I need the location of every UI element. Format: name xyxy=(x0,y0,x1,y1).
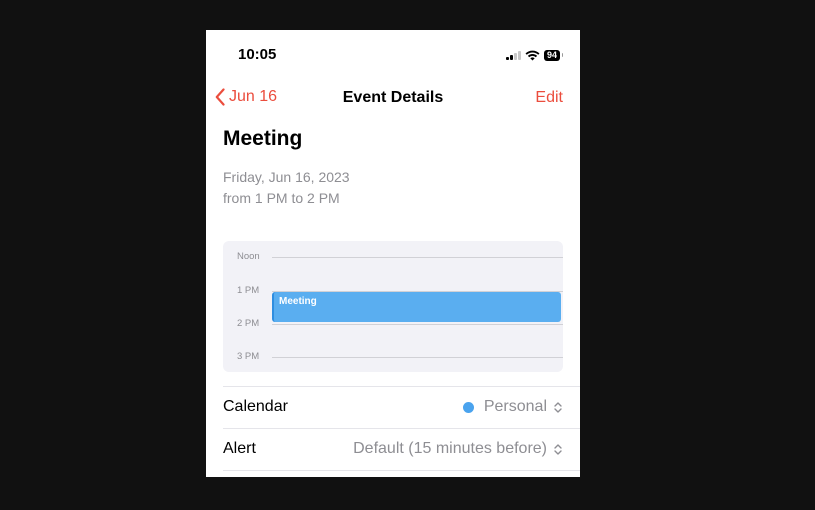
alert-label: Alert xyxy=(223,440,256,457)
event-date: Friday, Jun 16, 2023 xyxy=(223,169,350,185)
phone-screen: 10:05 94 Jun 16 Event Details Edit Meeti… xyxy=(206,30,580,477)
battery-icon: 94 xyxy=(543,49,564,61)
alert-value: Default (15 minutes before) xyxy=(353,440,547,457)
timeline-hour-line xyxy=(272,324,563,325)
calendar-row[interactable]: Calendar Personal xyxy=(223,386,580,429)
timeline-hour-line xyxy=(272,257,563,258)
status-time: 10:05 xyxy=(238,46,277,63)
timeline-hour-label: 1 PM xyxy=(237,285,260,296)
back-label: Jun 16 xyxy=(229,88,278,105)
timeline-hour-line xyxy=(272,357,563,358)
back-button[interactable]: Jun 16 xyxy=(215,88,277,106)
status-icons: 94 xyxy=(506,48,564,62)
signal-icon xyxy=(506,50,521,60)
chevron-left-icon xyxy=(215,88,225,106)
edit-button[interactable]: Edit xyxy=(535,89,563,107)
timeline-hour-label: 3 PM xyxy=(237,351,260,362)
calendar-picker[interactable]: Personal xyxy=(462,398,563,416)
day-timeline-preview[interactable]: Noon 1 PM 2 PM 3 PM Meeting xyxy=(223,241,563,372)
alert-row[interactable]: Alert Default (15 minutes before) xyxy=(223,428,580,471)
chevron-updown-icon xyxy=(554,443,562,455)
timeline-event-block[interactable]: Meeting xyxy=(272,292,561,322)
alert-picker[interactable]: Default (15 minutes before) xyxy=(353,440,563,458)
row-divider xyxy=(223,470,580,471)
timeline-hour-label: 2 PM xyxy=(237,318,260,329)
calendar-value: Personal xyxy=(483,398,547,415)
event-time-range: from 1 PM to 2 PM xyxy=(223,190,340,206)
wifi-icon xyxy=(525,50,540,60)
calendar-color-dot xyxy=(462,401,474,413)
timeline-hour-label: Noon xyxy=(237,251,260,262)
event-title: Meeting xyxy=(223,127,303,150)
calendar-label: Calendar xyxy=(223,398,288,415)
chevron-updown-icon xyxy=(554,401,562,413)
